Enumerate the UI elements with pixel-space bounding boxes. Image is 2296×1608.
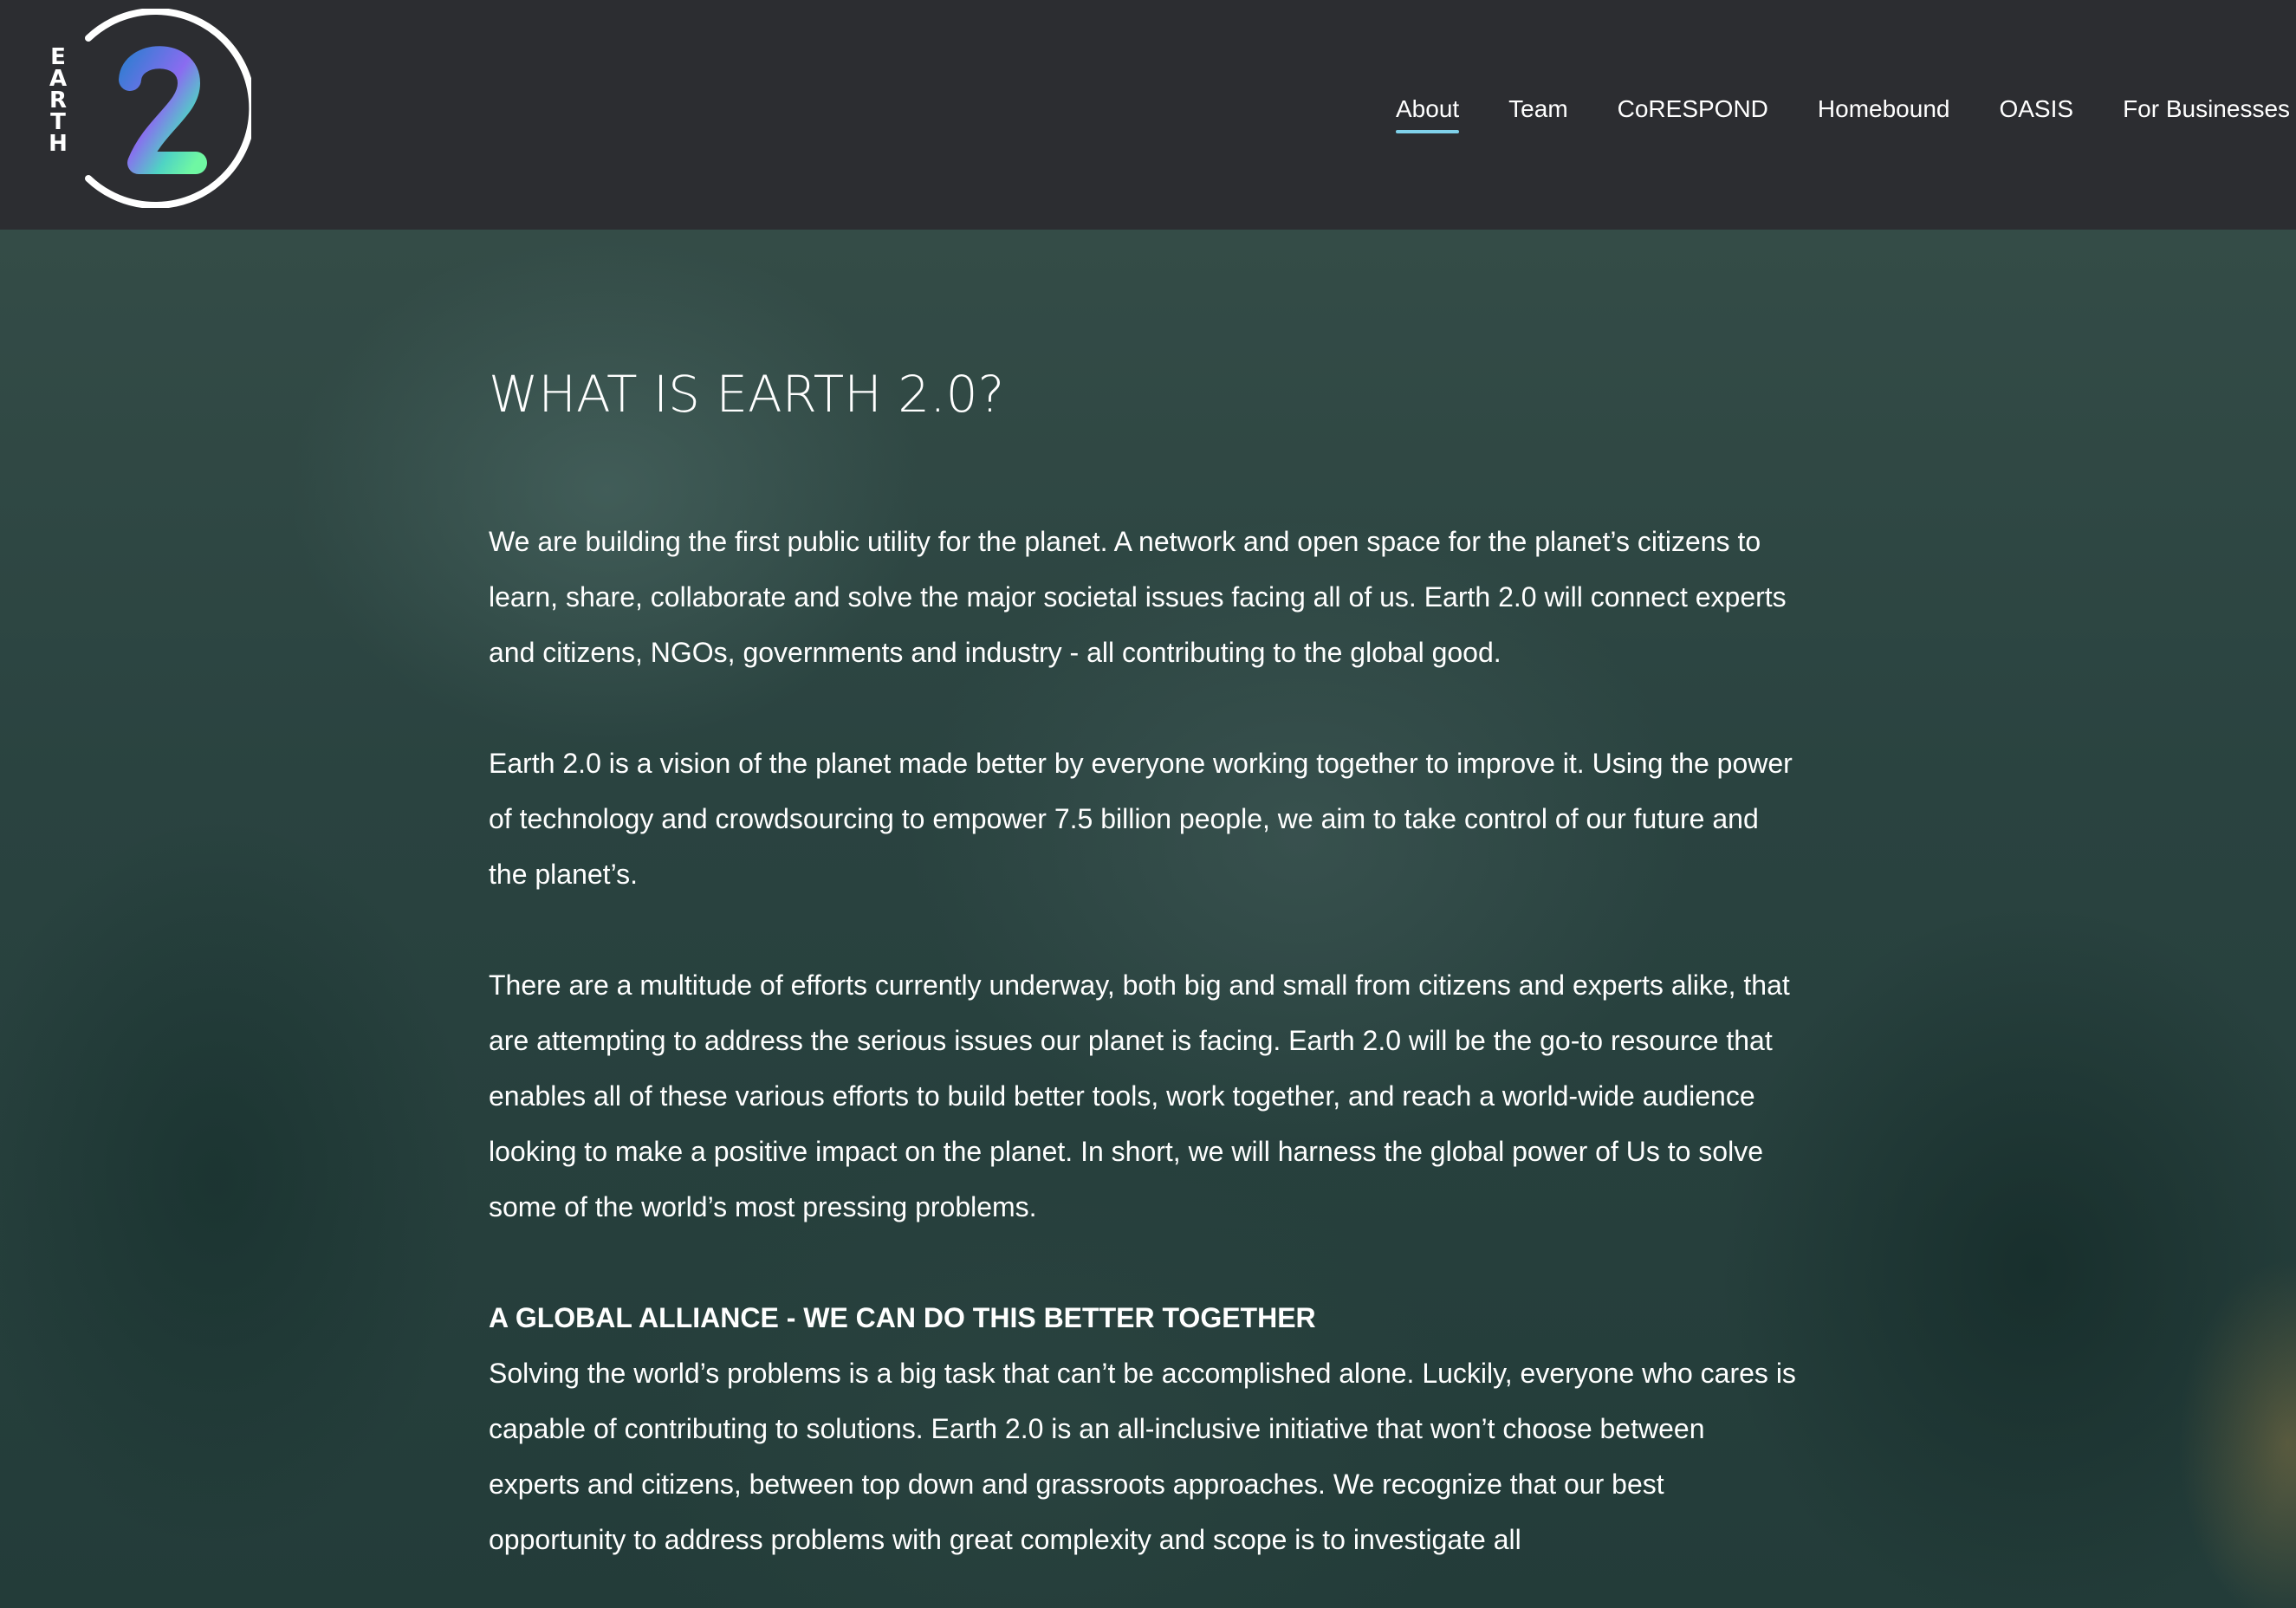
site-header: E A R T H About Team CoRESPOND Homebound…: [0, 0, 2296, 230]
logo-letter: H: [49, 131, 68, 157]
logo-ring-icon: [85, 9, 251, 208]
section-heading: A GLOBAL ALLIANCE - WE CAN DO THIS BETTE…: [489, 1302, 1316, 1333]
page: E A R T H About Team CoRESPOND Homebound…: [0, 0, 2296, 1608]
efforts-paragraph: There are a multitude of efforts current…: [489, 969, 1790, 1222]
nav-about[interactable]: About: [1396, 95, 1460, 133]
about-content: WHAT IS EARTH 2.0? We are building the f…: [489, 360, 1797, 1608]
nav-homebound[interactable]: Homebound: [1818, 95, 1950, 128]
nav-corespond[interactable]: CoRESPOND: [1618, 95, 1768, 128]
page-title: WHAT IS EARTH 2.0?: [489, 365, 1005, 424]
vision-paragraph: Earth 2.0 is a vision of the planet made…: [489, 748, 1793, 890]
nav-team[interactable]: Team: [1508, 95, 1567, 128]
logo-wordmark: E A R T H: [47, 46, 69, 157]
earth2-logo[interactable]: E A R T H: [43, 9, 251, 208]
nav-for-businesses[interactable]: For Businesses: [2123, 95, 2290, 128]
intro-paragraph: We are building the first public utility…: [489, 526, 1787, 668]
nav-oasis[interactable]: OASIS: [1999, 95, 2073, 128]
main-nav: About Team CoRESPOND Homebound OASIS For…: [1396, 95, 2296, 133]
alliance-paragraph: Solving the world’s problems is a big ta…: [489, 1358, 1796, 1555]
